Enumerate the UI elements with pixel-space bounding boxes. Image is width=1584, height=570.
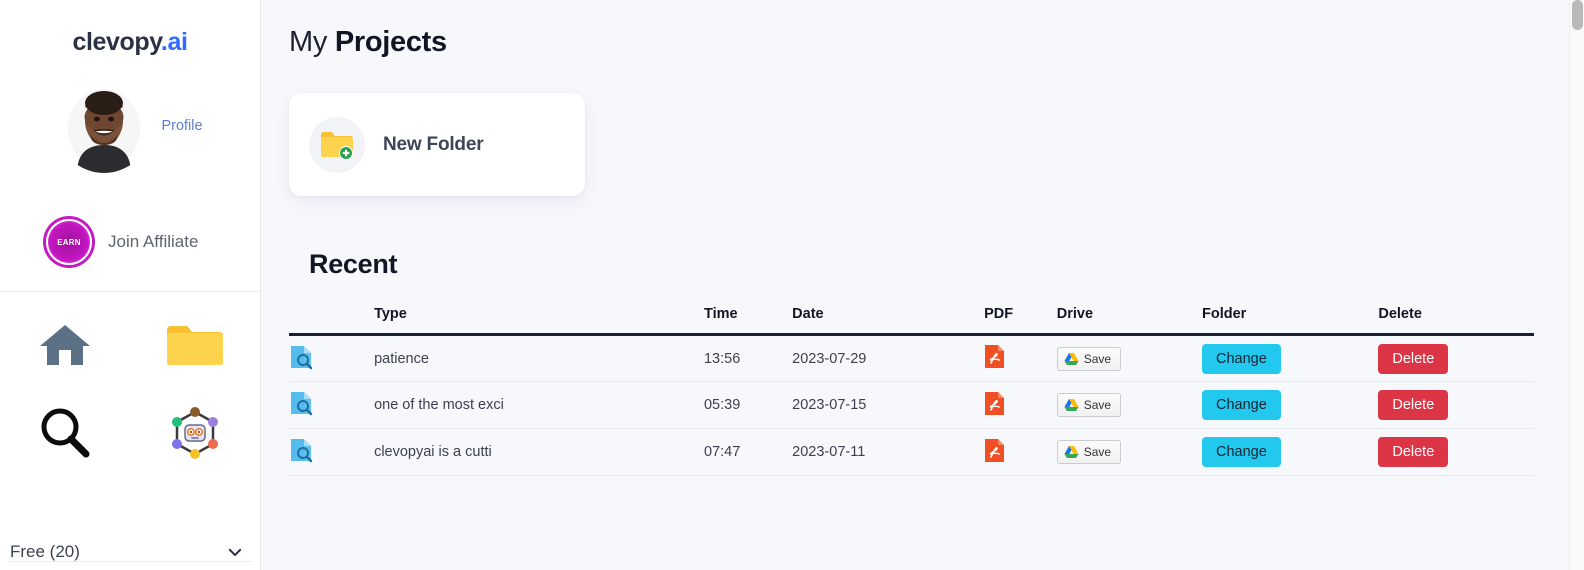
pdf-file-icon (985, 345, 1005, 368)
page-title: My Projects (289, 0, 1584, 59)
column-header-date[interactable]: Date (792, 306, 984, 335)
row-drive-cell: Save (1056, 429, 1202, 476)
save-to-drive-label: Save (1083, 445, 1112, 459)
column-header-delete[interactable]: Delete (1378, 306, 1534, 335)
row-type: clevopyai is a cutti (374, 444, 492, 460)
row-folder-cell: Change (1201, 382, 1378, 429)
row-pdf-cell[interactable] (984, 382, 1057, 429)
save-to-drive-button[interactable]: Save (1056, 393, 1122, 417)
brand-logo[interactable]: clevopy.ai (0, 0, 260, 57)
google-drive-icon (1064, 352, 1079, 365)
row-delete-cell: Delete (1378, 335, 1534, 382)
column-header-type[interactable]: Type (374, 306, 704, 335)
google-drive-icon (1064, 399, 1079, 411)
pdf-file-icon (985, 391, 1005, 415)
row-delete-cell: Delete (1378, 382, 1534, 429)
bot-network-icon (172, 407, 218, 459)
earn-badge-label: EARN (57, 237, 81, 247)
brand-name: clevopy (72, 28, 161, 56)
user-avatar-photo (57, 79, 152, 173)
table-row[interactable]: one of the most exci 05:39 2023-07-15 Sa… (289, 382, 1534, 429)
column-header-time[interactable]: Time (704, 306, 792, 335)
table-body: patience 13:56 2023-07-29 Save Change De… (289, 335, 1534, 476)
row-date: 2023-07-11 (792, 444, 866, 460)
row-date: 2023-07-15 (792, 397, 867, 413)
delete-project-button[interactable]: Delete (1378, 437, 1449, 467)
row-time: 13:56 (703, 350, 741, 367)
row-folder-cell: Change (1201, 429, 1378, 476)
folder-add-icon (321, 131, 353, 160)
table-row[interactable]: clevopyai is a cutti 07:47 2023-07-11 Sa… (289, 429, 1534, 476)
change-folder-button[interactable]: Change (1201, 437, 1281, 467)
profile-section[interactable]: Profile (0, 79, 260, 173)
sidebar-item-assistant[interactable] (159, 402, 231, 464)
row-type: one of the most exci (374, 397, 504, 413)
row-drive-cell: Save (1056, 382, 1202, 429)
document-search-icon (291, 345, 313, 369)
sidebar-item-home[interactable] (29, 314, 101, 376)
column-header-drive[interactable]: Drive (1057, 306, 1202, 335)
row-pdf-cell[interactable] (984, 335, 1057, 382)
google-drive-icon (1064, 446, 1079, 458)
delete-project-button[interactable]: Delete (1378, 343, 1449, 374)
change-folder-button[interactable]: Change (1201, 390, 1281, 420)
table-header-row: Type Time Date PDF Drive Folder Delete (289, 306, 1534, 335)
folder-icon (167, 326, 223, 365)
plan-underline (8, 561, 252, 562)
main-content: My Projects New Folder Recent Type Time … (261, 0, 1584, 570)
page-scrollbar[interactable] (1569, 0, 1584, 570)
row-time: 07:47 (703, 444, 741, 460)
earn-badge-icon: EARN (46, 219, 92, 265)
row-file-icon-cell (289, 429, 374, 476)
table-header: Type Time Date PDF Drive Folder Delete (289, 306, 1534, 335)
new-folder-button[interactable]: New Folder (289, 93, 585, 196)
table-row[interactable]: patience 13:56 2023-07-29 Save Change De… (289, 335, 1534, 382)
avatar[interactable] (57, 79, 152, 173)
page-title-light: My (289, 26, 328, 58)
column-header-blank (289, 306, 374, 335)
document-search-icon (291, 439, 313, 463)
scrollbar-thumb[interactable] (1572, 0, 1583, 30)
new-folder-label: New Folder (383, 133, 484, 155)
sidebar: clevopy.ai Profile EARN Join Affiliate F… (0, 0, 261, 570)
chevron-down-icon (228, 548, 242, 556)
row-delete-cell: Delete (1378, 429, 1534, 476)
plan-label: Free (20) (10, 542, 80, 561)
save-to-drive-label: Save (1083, 398, 1112, 412)
column-header-folder[interactable]: Folder (1202, 306, 1378, 335)
change-folder-button[interactable]: Change (1201, 343, 1281, 374)
page-title-bold: Projects (334, 26, 447, 58)
recent-table-wrap: Type Time Date PDF Drive Folder Delete p… (289, 306, 1534, 476)
row-file-icon-cell (289, 382, 374, 429)
search-icon (41, 408, 90, 458)
join-affiliate-row[interactable]: EARN Join Affiliate (0, 219, 260, 265)
document-search-icon (291, 392, 313, 416)
sidebar-item-folders[interactable] (159, 314, 231, 376)
column-header-pdf[interactable]: PDF (984, 306, 1057, 335)
sidebar-item-search[interactable] (29, 402, 101, 464)
plan-selector[interactable]: Free (20) (0, 542, 260, 562)
pdf-file-icon (985, 438, 1005, 462)
save-to-drive-button[interactable]: Save (1056, 346, 1122, 371)
row-drive-cell: Save (1056, 335, 1202, 382)
home-icon (40, 325, 90, 365)
recent-heading: Recent (309, 249, 398, 279)
row-pdf-cell[interactable] (984, 429, 1057, 476)
row-file-icon-cell (289, 335, 374, 382)
save-to-drive-button[interactable]: Save (1056, 440, 1122, 464)
recent-projects-table: Type Time Date PDF Drive Folder Delete p… (289, 306, 1534, 476)
app-root: clevopy.ai Profile EARN Join Affiliate F… (0, 0, 1584, 570)
profile-link[interactable]: Profile (161, 118, 202, 134)
sidebar-nav-icons (0, 292, 260, 464)
new-folder-icon-wrap (309, 116, 365, 173)
join-affiliate-label: Join Affiliate (108, 232, 199, 251)
row-folder-cell: Change (1201, 335, 1378, 382)
row-time: 05:39 (703, 397, 741, 413)
save-to-drive-label: Save (1083, 351, 1112, 366)
row-date: 2023-07-29 (792, 350, 867, 367)
brand-suffix: .ai (160, 28, 188, 56)
row-type: patience (374, 350, 429, 367)
delete-project-button[interactable]: Delete (1378, 390, 1449, 420)
